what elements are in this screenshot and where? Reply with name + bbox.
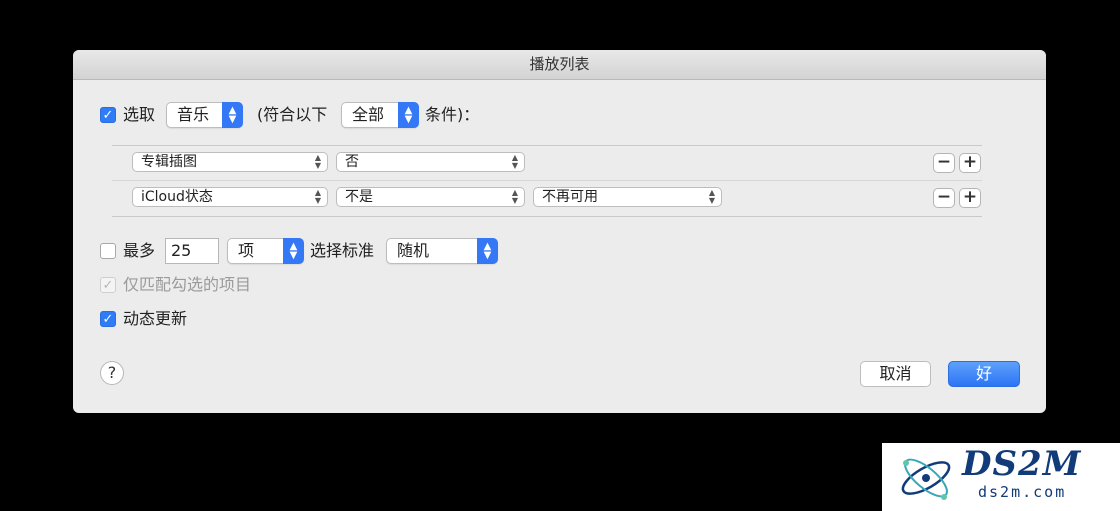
criteria-value: 随机 xyxy=(397,241,430,260)
cancel-button[interactable]: 取消 xyxy=(860,361,931,387)
live-update-checkbox[interactable]: ✓ xyxy=(100,311,116,327)
rule-2-add-button[interactable]: + xyxy=(959,188,981,208)
limit-unit-popup[interactable]: 项 ▲ ▼ xyxy=(227,238,304,264)
updown-arrows-icon: ▲ ▼ xyxy=(314,188,321,205)
updown-arrows-icon: ▲ ▼ xyxy=(511,188,518,205)
rule-1-operator-select[interactable]: 否 ▲ ▼ xyxy=(336,152,525,172)
help-button[interactable]: ? xyxy=(100,361,124,385)
rule-1-field-select[interactable]: 专辑插图 ▲ ▼ xyxy=(132,152,328,172)
rule-2-remove-button[interactable]: − xyxy=(933,188,955,208)
rule-2-field-select[interactable]: iCloud状态 ▲ ▼ xyxy=(132,187,328,207)
window-title: 播放列表 xyxy=(73,50,1046,80)
limit-count-field[interactable]: 25 xyxy=(165,238,219,264)
updown-arrows-icon: ▲ ▼ xyxy=(314,153,321,170)
smart-playlist-dialog: 播放列表 ✓ 选取 音乐 ▲ ▼ (符合以下 全部 ▲ ▼ 条件)： 专辑插图 ▲ ▼… xyxy=(73,50,1046,413)
popup-chevron-icon: ▲ ▼ xyxy=(398,102,419,128)
rules-list: 专辑插图 ▲ ▼ 否 ▲ ▼ − + iCloud状态 ▲ ▼ 不是 ▲ ▼ 不再可用 … xyxy=(112,145,982,217)
minus-icon: − xyxy=(936,152,952,172)
watermark-brand: DS2M xyxy=(962,444,1082,484)
conditions-suffix: 条件)： xyxy=(425,105,480,124)
watermark-url: ds2m.com xyxy=(978,483,1067,501)
rule-2-operator: 不是 xyxy=(345,189,373,205)
watermark: DS2M ds2m.com xyxy=(882,443,1120,511)
criteria-label: 选择标准 xyxy=(310,241,375,260)
rule-2-field: iCloud状态 xyxy=(141,189,213,205)
media-kind-popup[interactable]: 音乐 ▲ ▼ xyxy=(166,102,243,128)
atom-logo-icon xyxy=(901,458,951,500)
updown-arrows-icon: ▲ ▼ xyxy=(511,153,518,170)
rule-1-field: 专辑插图 xyxy=(141,154,197,170)
match-checked-only-label: 仅匹配勾选的项目 xyxy=(123,275,252,294)
checkmark-icon: ✓ xyxy=(102,311,114,327)
select-label: 选取 xyxy=(123,105,156,124)
match-checkbox[interactable]: ✓ xyxy=(100,107,116,123)
rule-1-remove-button[interactable]: − xyxy=(933,153,955,173)
updown-arrows-icon: ▲ ▼ xyxy=(708,188,715,205)
rule-2-value: 不再可用 xyxy=(542,189,598,205)
conditions-prefix: (符合以下 xyxy=(257,105,328,124)
rule-2-value-select[interactable]: 不再可用 ▲ ▼ xyxy=(533,187,722,207)
match-checked-only-checkbox[interactable]: ✓ xyxy=(100,277,116,293)
conditions-popup[interactable]: 全部 ▲ ▼ xyxy=(341,102,419,128)
ok-button[interactable]: 好 xyxy=(948,361,1020,387)
question-mark-icon: ? xyxy=(107,363,117,382)
rule-2-operator-select[interactable]: 不是 ▲ ▼ xyxy=(336,187,525,207)
plus-icon: + xyxy=(962,187,978,207)
plus-icon: + xyxy=(962,152,978,172)
limit-checkbox[interactable] xyxy=(100,243,116,259)
live-update-label: 动态更新 xyxy=(123,309,188,328)
media-kind-value: 音乐 xyxy=(177,105,210,124)
popup-chevron-icon: ▲ ▼ xyxy=(283,238,304,264)
rule-1-operator: 否 xyxy=(345,154,359,170)
rule-divider xyxy=(112,180,982,181)
minus-icon: − xyxy=(936,187,952,207)
limit-unit-value: 项 xyxy=(238,241,255,260)
limit-label: 最多 xyxy=(123,241,156,260)
checkmark-icon: ✓ xyxy=(102,107,114,123)
popup-chevron-icon: ▲ ▼ xyxy=(477,238,498,264)
checkmark-icon: ✓ xyxy=(102,277,114,293)
rule-1-add-button[interactable]: + xyxy=(959,153,981,173)
conditions-value: 全部 xyxy=(352,105,385,124)
criteria-popup[interactable]: 随机 ▲ ▼ xyxy=(386,238,498,264)
popup-chevron-icon: ▲ ▼ xyxy=(222,102,243,128)
